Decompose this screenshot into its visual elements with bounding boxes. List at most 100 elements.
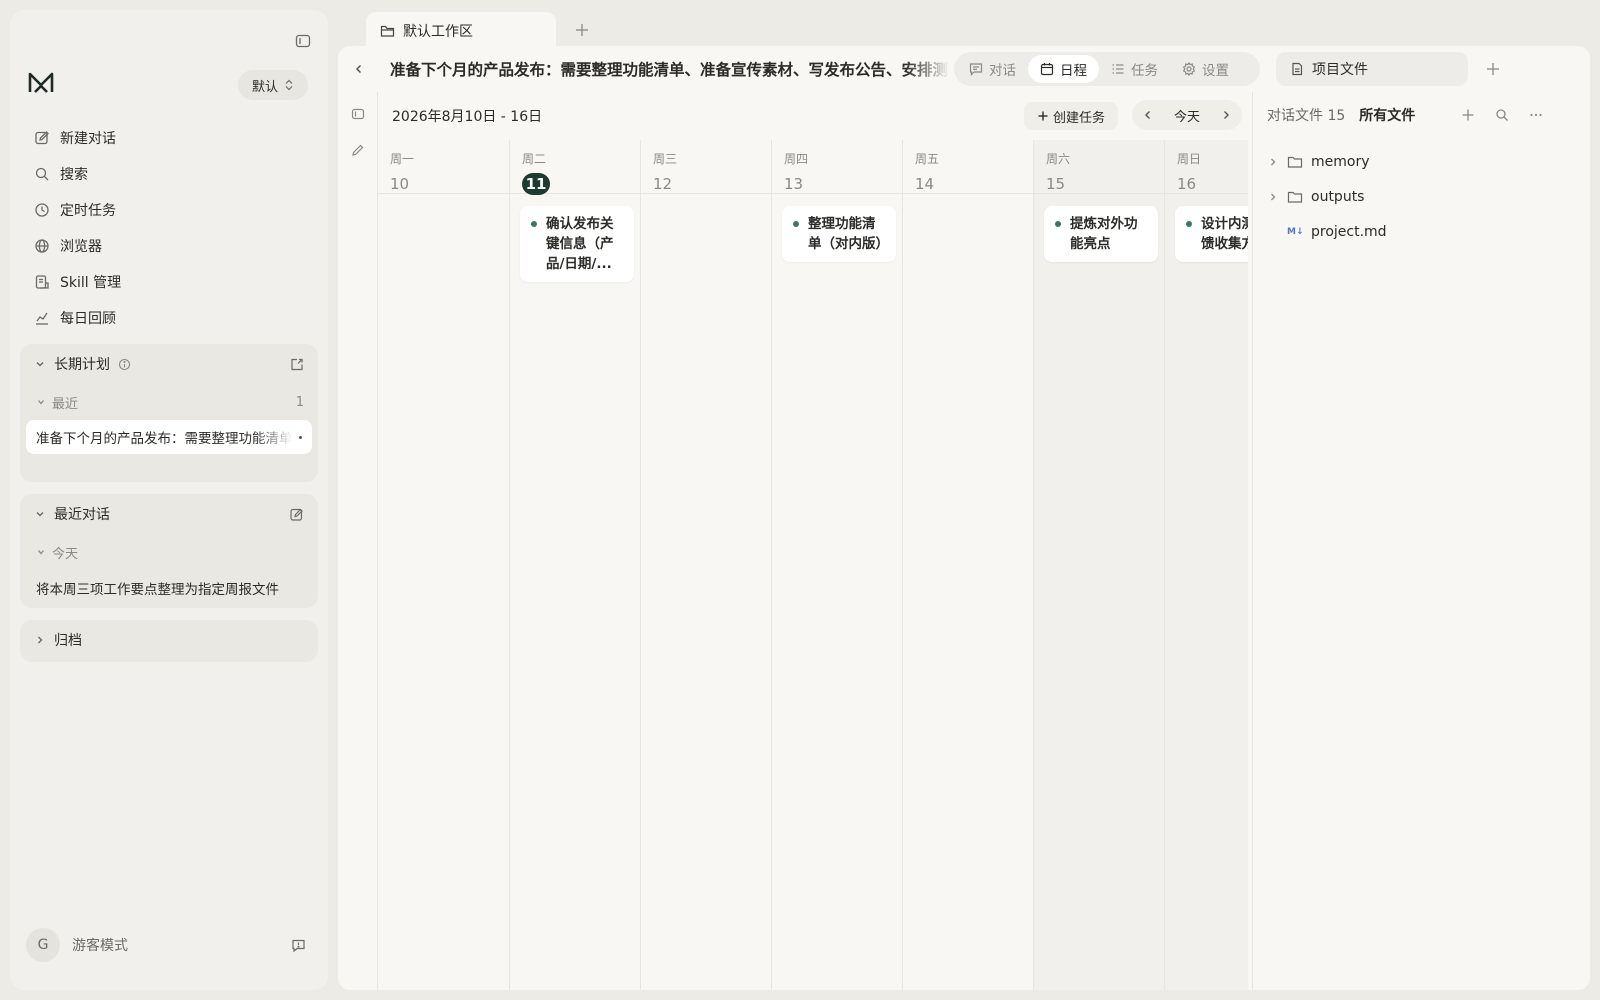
archive-header[interactable]: 归档: [20, 620, 318, 660]
sidebar-item-label: 每日回顾: [60, 311, 116, 327]
long-plan-header[interactable]: 长期计划: [20, 344, 318, 384]
day-of-week: 周六: [1046, 152, 1071, 166]
more-icon[interactable]: [1525, 104, 1547, 126]
sidebar-toggle-icon[interactable]: [292, 30, 314, 52]
day-header: 周一 10: [378, 140, 509, 194]
markdown-icon: M↓: [1287, 226, 1304, 237]
sidebar-item-daily-review[interactable]: 每日回顾: [24, 300, 314, 336]
sidebar-nav: 新建对话 搜索 定时任务 浏览器 Skill 管理 每日回顾: [24, 120, 314, 336]
tab-default-workspace[interactable]: 默认工作区: [366, 12, 556, 50]
workspace-select[interactable]: 默认: [238, 70, 308, 100]
globe-icon: [34, 238, 50, 254]
folder-row-outputs[interactable]: outputs: [1253, 179, 1591, 214]
date-range: 2026年8月10日 - 16日: [392, 109, 543, 125]
status-dot-icon: [531, 221, 537, 227]
search-icon[interactable]: [1491, 104, 1513, 126]
pencil-icon[interactable]: [348, 140, 368, 160]
archive-title: 归档: [54, 633, 82, 649]
new-plan-icon[interactable]: [289, 357, 304, 372]
week-navigator: 今天: [1132, 100, 1242, 130]
feedback-icon[interactable]: [291, 938, 306, 953]
task-list-icon: [1111, 62, 1125, 76]
today-group-label: 今天: [52, 546, 79, 562]
tab-chat[interactable]: 对话: [957, 55, 1028, 83]
plus-icon: [1037, 110, 1049, 122]
chat-icon: [969, 62, 983, 76]
tab-settings[interactable]: 设置: [1170, 55, 1241, 83]
add-tab-icon[interactable]: [570, 18, 594, 42]
folder-row-memory[interactable]: memory: [1253, 144, 1591, 179]
event-card[interactable]: 确认发布关键信息（产品/日期/...: [520, 206, 634, 282]
create-task-label: 创建任务: [1052, 110, 1105, 126]
chart-icon: [34, 310, 50, 326]
status-dot-icon: [1055, 221, 1061, 227]
file-tree: memory outputs M↓ project.md: [1253, 144, 1591, 249]
avatar[interactable]: G: [26, 928, 60, 962]
day-number: 10: [390, 175, 410, 193]
add-panel-icon[interactable]: [1480, 56, 1506, 82]
recent-conversations-header[interactable]: 最近对话: [20, 494, 318, 534]
long-plan-title: 长期计划: [54, 357, 110, 373]
day-number: 16: [1177, 175, 1197, 193]
day-column[interactable]: 周四 13 整理功能清单（对内版）: [771, 140, 902, 990]
file-name: project.md: [1311, 223, 1387, 240]
sidebar-item-search[interactable]: 搜索: [24, 156, 314, 192]
plan-item[interactable]: 准备下个月的产品发布：需要整理功能清单、准备宣传素材、写发布公告、: [26, 420, 312, 454]
sidebar-item-skill[interactable]: Skill 管理: [24, 264, 314, 300]
new-chat-icon[interactable]: [289, 507, 304, 522]
day-header: 周五 14: [903, 140, 1033, 194]
recent-group-header[interactable]: 最近 1: [20, 384, 318, 420]
workspace-select-label: 默认: [251, 79, 278, 95]
tab-tasks[interactable]: 任务: [1099, 55, 1170, 83]
day-column[interactable]: 周五 14: [902, 140, 1033, 990]
sidebar-item-label: Skill 管理: [60, 275, 122, 291]
today-group-header[interactable]: 今天: [20, 534, 318, 570]
day-column[interactable]: 周二 11 确认发布关键信息（产品/日期/...: [509, 140, 640, 990]
long-plan-section: 长期计划 最近 1 准备下个月的产品发布：需要整理功能清单、准备宣传素材、写发布…: [20, 344, 318, 482]
tab-label: 默认工作区: [403, 24, 473, 40]
sidebar-item-label: 新建对话: [60, 131, 116, 147]
day-column[interactable]: 周六 15 提炼对外功能亮点: [1033, 140, 1164, 990]
file-row-project-md[interactable]: M↓ project.md: [1253, 214, 1591, 249]
day-of-week: 周一: [390, 152, 415, 166]
event-card[interactable]: 设计内测反馈收集方: [1175, 206, 1248, 262]
status-dot-icon: [1186, 221, 1192, 227]
user-name: 游客模式: [72, 938, 128, 954]
day-of-week: 周五: [915, 152, 940, 166]
chevron-right-icon: [34, 634, 46, 646]
day-column[interactable]: 周日 16 设计内测反馈收集方: [1164, 140, 1248, 990]
sidebar-item-new-chat[interactable]: 新建对话: [24, 120, 314, 156]
tab-schedule[interactable]: 日程: [1028, 55, 1099, 83]
day-header: 周日 16: [1165, 140, 1248, 194]
user-row[interactable]: G 游客模式: [26, 925, 316, 965]
day-column[interactable]: 周三 12: [640, 140, 771, 990]
today-button[interactable]: 今天: [1174, 106, 1200, 125]
add-file-icon[interactable]: [1457, 104, 1479, 126]
tab-project-files[interactable]: 项目文件: [1276, 52, 1468, 86]
panel-toggle-icon[interactable]: [348, 104, 368, 124]
day-of-week: 周日: [1177, 152, 1202, 166]
event-card[interactable]: 整理功能清单（对内版）: [782, 206, 896, 262]
chevron-down-icon: [34, 358, 46, 370]
sidebar-item-browser[interactable]: 浏览器: [24, 228, 314, 264]
create-task-button[interactable]: 创建任务: [1024, 102, 1118, 130]
next-week-icon[interactable]: [1216, 105, 1236, 125]
day-column[interactable]: 周一 10: [378, 140, 509, 990]
info-icon[interactable]: [118, 358, 131, 371]
edit-icon: [34, 130, 50, 146]
day-header: 周三 12: [641, 140, 771, 194]
main-panel: 准备下个月的产品发布：需要整理功能清单、准备宣传素材、写发布公告、安排测试 对话…: [338, 46, 1590, 990]
conversation-files-tab[interactable]: 对话文件 15: [1267, 105, 1345, 125]
sidebar-item-label: 定时任务: [60, 203, 116, 219]
files-panel: 对话文件 15 所有文件 memory outputs M↓ project.m…: [1252, 92, 1590, 990]
tab-label: 对话: [989, 63, 1016, 79]
recent-group-label: 最近: [52, 396, 79, 412]
event-title: 确认发布关键信息（产品/日期/...: [546, 216, 614, 272]
sidebar-item-scheduled-tasks[interactable]: 定时任务: [24, 192, 314, 228]
back-chevron-icon[interactable]: [348, 58, 370, 80]
event-card[interactable]: 提炼对外功能亮点: [1044, 206, 1158, 262]
all-files-tab[interactable]: 所有文件: [1359, 105, 1415, 125]
prev-week-icon[interactable]: [1138, 105, 1158, 125]
folder-icon: [1287, 189, 1303, 205]
conversation-item[interactable]: 将本周三项工作要点整理为指定周报文件: [20, 570, 318, 606]
